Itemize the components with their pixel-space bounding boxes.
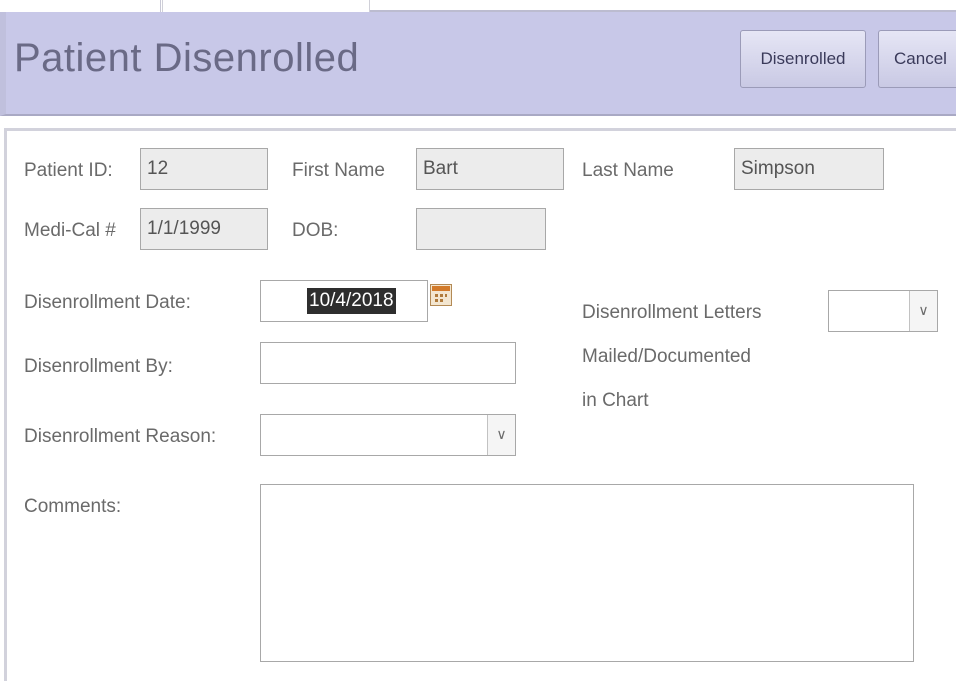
disenrollment-by-field[interactable] xyxy=(260,342,516,384)
last-name-label: Last Name xyxy=(582,160,674,181)
cancel-button[interactable]: Cancel xyxy=(878,30,956,88)
patient-id-label: Patient ID: xyxy=(24,160,113,181)
medi-cal-label: Medi-Cal # xyxy=(24,220,116,241)
last-name-field[interactable]: Simpson xyxy=(734,148,884,190)
letters-mailed-select[interactable]: ∨ xyxy=(828,290,938,332)
tab-strip xyxy=(0,0,956,14)
disenrollment-date-value: 10/4/2018 xyxy=(307,288,396,314)
medi-cal-field[interactable]: 1/1/1999 xyxy=(140,208,268,250)
disenrollment-date-label: Disenrollment Date: xyxy=(24,292,191,313)
disenrollment-by-label: Disenrollment By: xyxy=(24,356,173,377)
comments-label: Comments: xyxy=(24,496,122,517)
comments-textarea[interactable] xyxy=(260,484,914,662)
tab-current[interactable] xyxy=(162,0,370,12)
letters-label-line1: Disenrollment Letters xyxy=(582,302,762,323)
page-title: Patient Disenrolled xyxy=(14,36,360,80)
chevron-down-icon[interactable]: ∨ xyxy=(909,291,937,331)
disenrollment-date-field[interactable]: 10/4/2018 xyxy=(260,280,428,322)
disenrolled-button[interactable]: Disenrolled xyxy=(740,30,866,88)
dialog-header: Patient Disenrolled Disenrolled Cancel xyxy=(0,12,956,116)
first-name-label: First Name xyxy=(292,160,385,181)
dob-label: DOB: xyxy=(292,220,339,241)
disenrollment-reason-label: Disenrollment Reason: xyxy=(24,426,217,447)
first-name-field[interactable]: Bart xyxy=(416,148,564,190)
patient-id-field[interactable]: 12 xyxy=(140,148,268,190)
letters-label-line2: Mailed/Documented xyxy=(582,346,751,367)
chevron-down-icon[interactable]: ∨ xyxy=(487,415,515,455)
letters-label-line3: in Chart xyxy=(582,390,649,411)
disenrollment-reason-select[interactable]: ∨ xyxy=(260,414,516,456)
dob-field[interactable] xyxy=(416,208,546,250)
calendar-icon[interactable] xyxy=(430,284,452,306)
